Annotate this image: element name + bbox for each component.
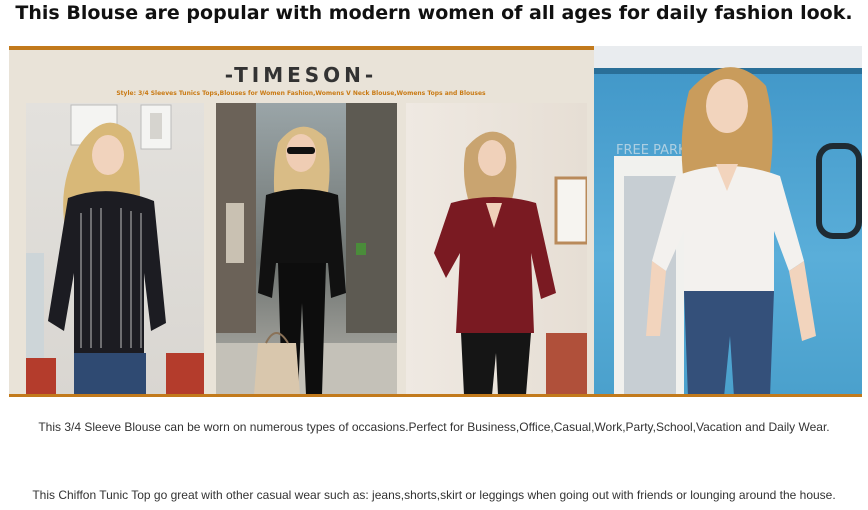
product-banner-image: -TIMESON- Style: 3/4 Sleeves Tunics Tops… [9, 46, 862, 397]
product-headline: This Blouse are popular with modern wome… [15, 2, 853, 24]
model-black-blouse-photo [216, 103, 397, 395]
banner-bottom-border [9, 394, 862, 397]
model-black-striped-blouse-photo [26, 103, 204, 395]
wall-sign: FREE PARK [616, 143, 687, 158]
brand-name: -TIMESON- [224, 63, 378, 87]
styling-caption: This Chiffon Tunic Top go great with oth… [32, 488, 836, 502]
model-burgundy-blouse-photo [406, 103, 587, 395]
style-description: Style: 3/4 Sleeves Tunics Tops,Blouses f… [116, 90, 486, 97]
model-white-blouse-photo: FREE PARK [594, 46, 862, 397]
occasion-caption: This 3/4 Sleeve Blouse can be worn on nu… [38, 420, 830, 434]
